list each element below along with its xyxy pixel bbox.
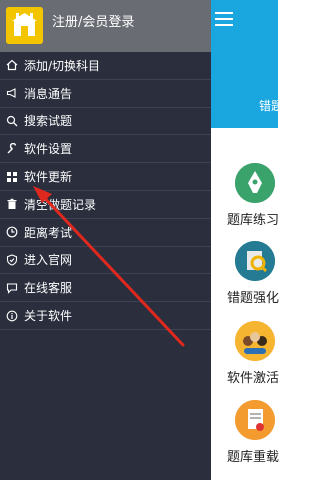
drawer-menu: 添加/切换科目 消息通告 搜索试题 软件设置 软件更新 清空做题记录 距离考试 — [0, 52, 211, 330]
megaphone-icon — [6, 88, 16, 99]
document-icon — [235, 400, 275, 440]
trash-icon — [7, 199, 17, 210]
wrench-icon — [7, 142, 17, 154]
tile-software-activation[interactable]: 软件激活 — [211, 321, 280, 401]
menu-item-search-questions[interactable]: 搜索试题 — [0, 108, 211, 136]
tile-label: 题库重载 — [227, 450, 280, 465]
shield-icon — [6, 254, 18, 266]
menu-item-label: 进入官网 — [24, 253, 73, 268]
menu-item-label: 在线客服 — [24, 281, 73, 296]
menu-item-label: 搜索试题 — [24, 114, 73, 129]
menu-item-official-site[interactable]: 进入官网 — [0, 247, 211, 275]
drawer-header[interactable]: 注册/会员登录 — [0, 0, 211, 52]
menu-item-notices[interactable]: 消息通告 — [0, 80, 211, 108]
menu-item-label: 距离考试 — [24, 225, 73, 240]
grid-icon — [7, 171, 17, 182]
menu-item-update[interactable]: 软件更新 — [0, 163, 211, 191]
menu-item-add-switch-subject[interactable]: 添加/切换科目 — [0, 52, 211, 80]
tile-label: 错题强化 — [227, 291, 280, 306]
menu-item-label: 软件设置 — [24, 142, 73, 157]
users-icon — [235, 321, 275, 361]
menu-item-label: 消息通告 — [24, 86, 73, 101]
home-icon — [6, 60, 18, 71]
info-icon — [6, 310, 18, 321]
menu-item-label: 清空做题记录 — [24, 197, 97, 212]
app-logo-icon — [6, 7, 43, 44]
chat-icon — [6, 283, 18, 294]
main-header-text: 错题 — [259, 99, 284, 113]
tile-question-bank-practice[interactable]: 题库练习 — [211, 163, 280, 243]
menu-item-clear-records[interactable]: 清空做题记录 — [0, 191, 211, 219]
menu-item-settings[interactable]: 软件设置 — [0, 135, 211, 164]
menu-item-exam-countdown[interactable]: 距离考试 — [0, 219, 211, 247]
clock-icon — [6, 226, 18, 238]
menu-item-label: 关于软件 — [24, 309, 73, 324]
pen-icon — [235, 163, 275, 203]
search-icon — [6, 115, 18, 127]
menu-item-label: 添加/切换科目 — [24, 58, 101, 73]
main-panel: 错题 题库练习 错题强化 软件激活 题库重载 — [211, 0, 283, 480]
main-header: 错题 — [211, 0, 283, 128]
tile-label: 软件激活 — [227, 371, 280, 386]
tile-label: 题库练习 — [227, 213, 280, 228]
login-register-link[interactable]: 注册/会员登录 — [52, 11, 134, 30]
tile-reload-question-bank[interactable]: 题库重载 — [211, 400, 280, 480]
hamburger-menu-icon[interactable] — [215, 12, 233, 26]
menu-item-about[interactable]: 关于软件 — [0, 302, 211, 330]
menu-item-online-service[interactable]: 在线客服 — [0, 274, 211, 303]
navigation-drawer: 注册/会员登录 添加/切换科目 消息通告 搜索试题 软件设置 软件更新 清空做题… — [0, 0, 211, 480]
book-search-icon — [235, 241, 275, 281]
menu-item-label: 软件更新 — [24, 170, 73, 185]
tile-wrong-questions[interactable]: 错题强化 — [211, 241, 280, 321]
